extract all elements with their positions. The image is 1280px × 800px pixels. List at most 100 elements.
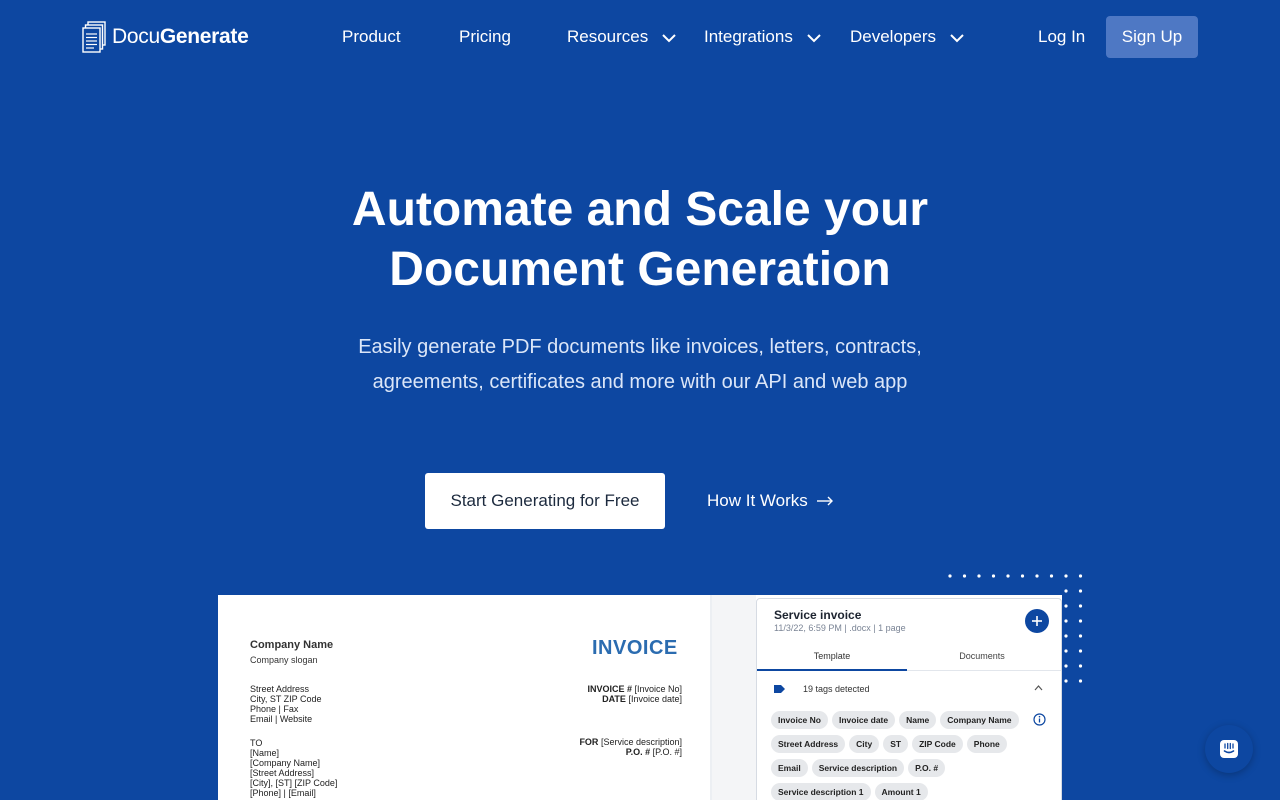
invoice-po-label: P.O. # bbox=[625, 747, 651, 757]
to-line: [Company Name] bbox=[250, 758, 321, 768]
to-line: [Street Address] bbox=[250, 768, 315, 778]
decorative-dot bbox=[1078, 649, 1083, 653]
add-button[interactable] bbox=[1025, 609, 1049, 633]
decorative-dot bbox=[1035, 574, 1039, 578]
decorative-dot bbox=[1064, 619, 1068, 623]
tags-detected-count: 19 tags detected bbox=[803, 684, 870, 694]
decorative-dot bbox=[991, 574, 996, 578]
to-line: [Phone] | [Email] bbox=[250, 788, 316, 798]
tag-chip[interactable]: Invoice No bbox=[771, 711, 828, 729]
to-line: [Name] bbox=[250, 748, 280, 758]
decorative-dot bbox=[1078, 604, 1083, 608]
invoice-no-value: [Invoice No] bbox=[634, 684, 682, 694]
decorative-dot bbox=[1078, 619, 1083, 623]
tag-chip[interactable]: Company Name bbox=[940, 711, 1019, 729]
address-line: Phone | Fax bbox=[250, 704, 299, 714]
invoice-company-name: Company Name bbox=[250, 639, 334, 651]
address-line: City, ST ZIP Code bbox=[250, 694, 322, 704]
hero-subtitle: Easily generate PDF documents like invoi… bbox=[358, 336, 922, 393]
decorative-dot bbox=[1064, 574, 1068, 578]
tag-chip[interactable]: ZIP Code bbox=[912, 735, 963, 753]
preview-gutter bbox=[712, 595, 756, 800]
decorative-dot bbox=[1049, 574, 1054, 578]
invoice-document-preview: Company Name Company slogan Street Addre… bbox=[218, 595, 710, 800]
decorative-dot bbox=[1078, 574, 1083, 578]
tags-header: 19 tags detected bbox=[774, 684, 870, 694]
start-generating-button[interactable]: Start Generating for Free bbox=[425, 473, 665, 529]
nav-integrations[interactable]: Integrations bbox=[704, 27, 821, 47]
tag-chip[interactable]: Service description 1 bbox=[771, 783, 871, 800]
invoice-date-label: DATE bbox=[602, 694, 626, 704]
nav-resources[interactable]: Resources bbox=[567, 27, 676, 47]
nav-developers-label: Developers bbox=[850, 27, 936, 46]
invoice-for-po: FOR [Service description] P.O. # [P.O. #… bbox=[579, 737, 682, 757]
decorative-dot bbox=[977, 574, 981, 578]
product-preview: Company Name Company slogan Street Addre… bbox=[218, 595, 1062, 800]
tab-template[interactable]: Template bbox=[757, 651, 907, 661]
decorative-dot bbox=[1064, 679, 1068, 683]
tag-chip[interactable]: Amount 1 bbox=[874, 783, 928, 800]
decorative-dot bbox=[1064, 604, 1068, 608]
tag-chip[interactable]: City bbox=[849, 735, 880, 753]
signup-button[interactable]: Sign Up bbox=[1106, 16, 1198, 58]
how-it-works-label: How It Works bbox=[707, 491, 808, 510]
nav-pricing[interactable]: Pricing bbox=[459, 27, 511, 47]
to-line: TO bbox=[250, 738, 263, 748]
tag-chip[interactable]: Phone bbox=[966, 735, 1007, 753]
tag-chip[interactable]: Street Address bbox=[771, 735, 846, 753]
chevron-down-icon bbox=[950, 34, 964, 43]
login-link[interactable]: Log In bbox=[1038, 27, 1085, 47]
nav-developers[interactable]: Developers bbox=[850, 27, 964, 47]
tag-chip[interactable]: P.O. # bbox=[908, 759, 946, 777]
address-line: Street Address bbox=[250, 684, 310, 694]
decorative-dot bbox=[962, 574, 967, 578]
decorative-dot bbox=[1064, 589, 1068, 593]
template-panel: Service invoice 11/3/22, 6:59 PM | .docx… bbox=[756, 598, 1062, 800]
nav-integrations-label: Integrations bbox=[704, 27, 793, 46]
decorative-dot bbox=[1078, 634, 1083, 638]
invoice-number-date: INVOICE # [Invoice No] DATE [Invoice dat… bbox=[587, 684, 682, 704]
tag-chip[interactable]: ST bbox=[883, 735, 909, 753]
nav-product-label: Product bbox=[342, 27, 401, 46]
brand-name: DocuGenerate bbox=[112, 25, 249, 48]
hero-title: Automate and Scale your Document Generat… bbox=[240, 180, 1040, 300]
chat-launcher-button[interactable] bbox=[1205, 725, 1253, 773]
template-meta: 11/3/22, 6:59 PM | .docx | 1 page bbox=[774, 623, 906, 633]
active-tab-indicator bbox=[757, 669, 907, 671]
decorative-dot bbox=[1020, 574, 1025, 578]
invoice-company-slogan: Company slogan bbox=[250, 655, 318, 665]
decorative-dot bbox=[1078, 679, 1083, 683]
plus-icon bbox=[1032, 616, 1042, 626]
chevron-up-icon[interactable] bbox=[1034, 685, 1043, 691]
to-line: [City], [ST] [ZIP Code] bbox=[250, 778, 338, 788]
address-line: Email | Website bbox=[250, 714, 313, 724]
decorative-dot bbox=[1078, 664, 1083, 668]
nav-resources-label: Resources bbox=[567, 27, 649, 46]
tag-chip[interactable]: Name bbox=[899, 711, 937, 729]
decorative-dot bbox=[948, 574, 952, 578]
decorative-dot bbox=[1006, 574, 1010, 578]
decorative-dot bbox=[1064, 634, 1068, 638]
tag-chip[interactable]: Service description bbox=[811, 759, 905, 777]
tag-chip[interactable]: Email bbox=[771, 759, 808, 777]
tag-chip[interactable]: Invoice date bbox=[831, 711, 896, 729]
how-it-works-link[interactable]: How It Works bbox=[707, 491, 834, 511]
info-icon[interactable] bbox=[1033, 713, 1046, 726]
tab-documents[interactable]: Documents bbox=[907, 651, 1057, 661]
tags-list: Invoice No Invoice date Name Company Name St… bbox=[771, 711, 1027, 800]
logo[interactable]: DocuGenerate bbox=[82, 21, 249, 53]
invoice-address-block: Street Address City, ST ZIP Code Phone |… bbox=[250, 684, 322, 724]
document-stack-icon bbox=[82, 21, 106, 53]
invoice-date-value: [Invoice date] bbox=[628, 694, 682, 704]
invoice-po-value: [P.O. #] bbox=[652, 747, 682, 757]
invoice-for-value: [Service description] bbox=[600, 737, 682, 747]
chevron-down-icon bbox=[662, 34, 676, 43]
nav-product[interactable]: Product bbox=[342, 27, 401, 47]
hero-title-line-2: Document Generation bbox=[389, 243, 891, 296]
top-navigation: DocuGenerate Product Pricing Resources I… bbox=[0, 0, 1280, 74]
decorative-dot bbox=[1064, 649, 1068, 653]
template-title: Service invoice bbox=[774, 608, 862, 622]
invoice-for-label: FOR bbox=[579, 737, 599, 747]
nav-pricing-label: Pricing bbox=[459, 27, 511, 46]
hero-title-line-1: Automate and Scale your bbox=[351, 183, 929, 236]
